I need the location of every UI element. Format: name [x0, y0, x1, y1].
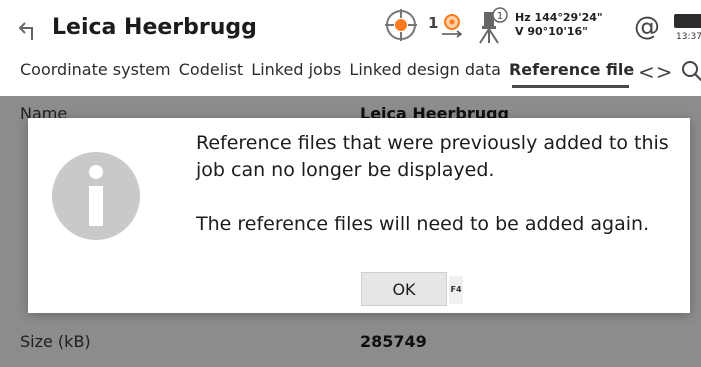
target-count: 1 [428, 14, 439, 32]
job-title: Leica Heerbrugg [52, 15, 257, 40]
back-arrow-icon[interactable] [18, 20, 40, 42]
active-tab-indicator [512, 85, 629, 88]
tab-navigation: <> [638, 60, 701, 84]
dialog-message-line-2: The reference files will need to be adde… [196, 213, 650, 235]
tab-coordinate-system[interactable]: Coordinate system [20, 60, 171, 79]
tab-linked-jobs[interactable]: Linked jobs [251, 60, 341, 79]
tab-reference-file[interactable]: Reference file [509, 60, 634, 79]
connection-at-icon[interactable]: @ [634, 12, 660, 42]
angle-readout: Hz 144°29'24" V 90°10'16" [515, 11, 603, 39]
dialog-message-line-1: Reference files that were previously add… [196, 132, 669, 181]
ok-button[interactable]: OK [361, 272, 447, 306]
svg-text:1: 1 [497, 11, 503, 22]
info-dialog: Reference files that were previously add… [28, 118, 690, 313]
hz-angle: Hz 144°29'24" [515, 11, 603, 24]
battery-icon [674, 14, 701, 28]
search-icon[interactable] [681, 60, 701, 82]
instrument-tripod-icon[interactable]: 1 [474, 6, 508, 44]
dialog-message: Reference files that were previously add… [196, 130, 676, 238]
info-icon [52, 152, 140, 240]
tab-linked-design-data[interactable]: Linked design data [349, 60, 500, 79]
chevron-left-icon[interactable]: < [638, 60, 656, 84]
clock: 13:37 [676, 32, 701, 42]
tab-codelist[interactable]: Codelist [179, 60, 243, 79]
prism-icon[interactable] [442, 12, 462, 38]
title-bar: Leica Heerbrugg 1 1 Hz 144°29'24" V 90°1… [0, 0, 701, 62]
chevron-right-icon[interactable]: > [656, 60, 674, 84]
v-angle: V 90°10'16" [515, 25, 588, 38]
target-crosshair-icon[interactable] [384, 8, 418, 42]
ok-function-key: F4 [449, 276, 463, 304]
